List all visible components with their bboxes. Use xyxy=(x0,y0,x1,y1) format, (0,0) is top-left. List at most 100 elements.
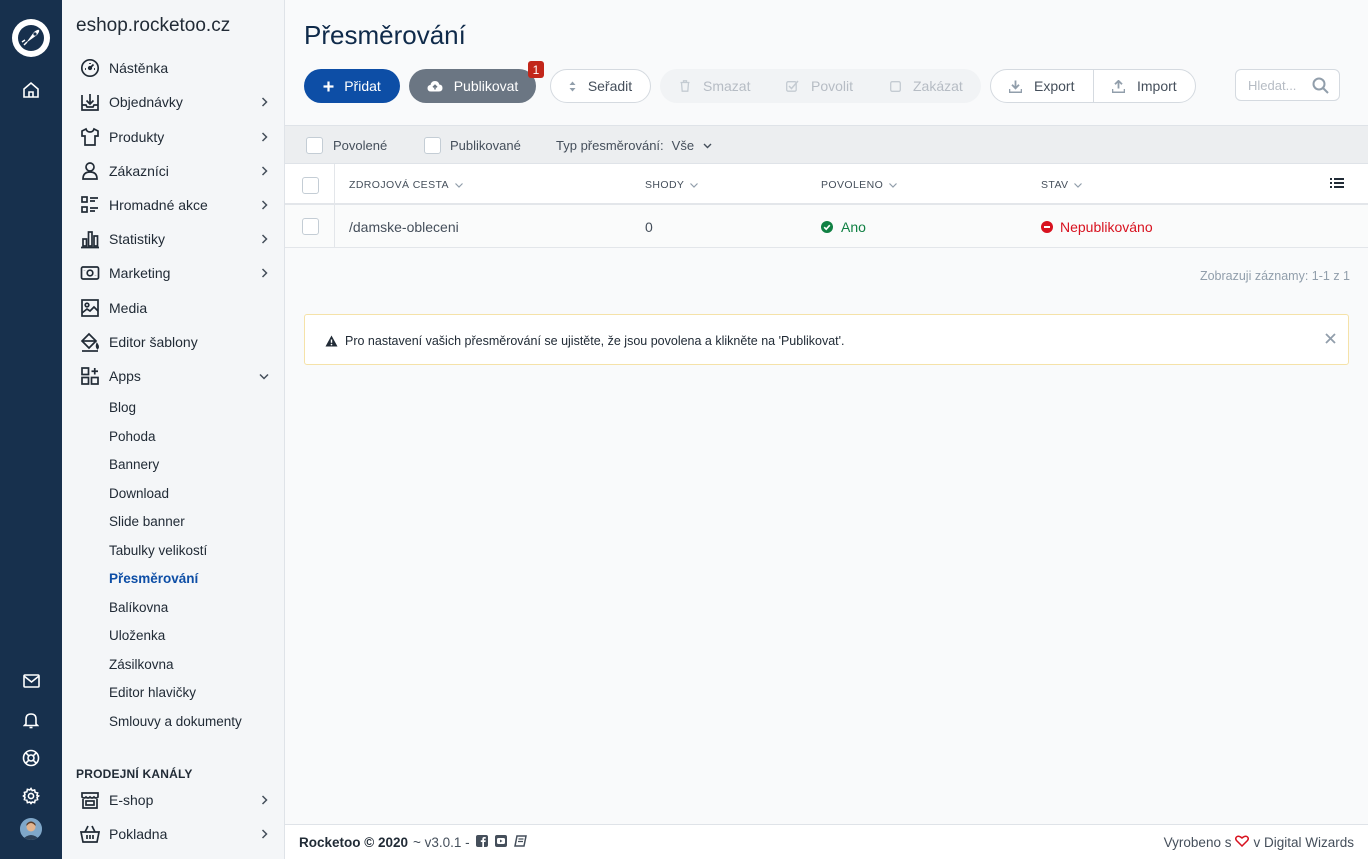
nav-item-label: E-shop xyxy=(109,792,154,808)
row-checkbox[interactable] xyxy=(302,218,319,235)
search-input[interactable] xyxy=(1236,70,1311,100)
table-row[interactable]: /damske-obleceni 0 Ano Nepublikováno xyxy=(285,205,1368,248)
page-title: Přesměrování xyxy=(304,20,466,50)
nav-item-eshop[interactable]: E-shop xyxy=(62,785,284,815)
sub-item-size-tables[interactable]: Tabulky velikostí xyxy=(109,543,207,558)
divider xyxy=(1093,70,1094,102)
chevron-right-icon xyxy=(259,829,269,839)
select-all-checkbox[interactable] xyxy=(302,177,319,194)
published-filter-label: Publikované xyxy=(450,138,521,153)
add-button[interactable]: Přidat xyxy=(304,69,400,103)
published-filter-checkbox[interactable] xyxy=(424,137,441,154)
import-button-label: Import xyxy=(1137,78,1177,94)
mail-icon[interactable] xyxy=(21,671,41,691)
export-button-label: Export xyxy=(1034,78,1075,94)
nav-item-orders[interactable]: Objednávky xyxy=(62,87,284,117)
source-path-cell[interactable]: /damske-obleceni xyxy=(349,219,459,235)
settings-gear-icon[interactable] xyxy=(21,786,41,806)
disable-button[interactable]: Zakázat xyxy=(890,69,963,103)
footer-made-with-prefix: Vyrobeno s xyxy=(1163,835,1232,850)
publish-count-badge: 1 xyxy=(528,61,544,78)
delete-button[interactable]: Smazat xyxy=(680,69,750,103)
book-icon[interactable] xyxy=(513,835,527,850)
trash-icon xyxy=(680,80,690,92)
column-header-matches[interactable]: SHODY xyxy=(645,179,699,191)
sub-item-zasilkovna[interactable]: Zásilkovna xyxy=(109,657,174,672)
nav-item-dashboard[interactable]: Nástěnka xyxy=(62,53,284,83)
enabled-filter-checkbox[interactable] xyxy=(306,137,323,154)
column-divider xyxy=(334,205,335,247)
redirect-type-label: Typ přesměrování: xyxy=(556,138,664,153)
alert-text: Pro nastavení vašich přesměrování se uji… xyxy=(345,334,845,348)
footer: Rocketoo © 2020 ~ v3.0.1 - Vyrobeno s v … xyxy=(285,824,1368,859)
sub-item-header-editor[interactable]: Editor hlavičky xyxy=(109,685,196,700)
checkbox-empty-icon xyxy=(890,80,901,92)
nav-item-label: Apps xyxy=(109,368,141,384)
add-button-label: Přidat xyxy=(344,78,381,94)
close-icon[interactable] xyxy=(1325,332,1336,347)
facebook-icon[interactable] xyxy=(475,835,488,850)
nav-item-marketing[interactable]: Marketing xyxy=(62,258,284,288)
nav-item-customers[interactable]: Zákazníci xyxy=(62,156,284,186)
table-header: ZDROJOVÁ CESTA SHODY POVOLENO STAV xyxy=(285,164,1368,205)
column-header-label: SHODY xyxy=(645,179,685,191)
help-lifebuoy-icon[interactable] xyxy=(21,748,41,768)
records-count: Zobrazuji záznamy: 1-1 z 1 xyxy=(1199,269,1350,283)
nav-item-pos[interactable]: Pokladna xyxy=(62,819,284,849)
chevron-right-icon xyxy=(259,268,269,278)
user-avatar[interactable] xyxy=(20,818,42,840)
sub-item-bannery[interactable]: Bannery xyxy=(109,457,159,472)
nav-item-bulk-actions[interactable]: Hromadné akce xyxy=(62,190,284,220)
chevron-right-icon xyxy=(259,795,269,805)
chevron-right-icon xyxy=(259,166,269,176)
sub-item-download[interactable]: Download xyxy=(109,486,169,501)
sub-item-redirects[interactable]: Přesměrování xyxy=(109,571,198,586)
enabled-filter-label: Povolené xyxy=(333,138,388,153)
status-value: Nepublikováno xyxy=(1060,219,1153,235)
rocketoo-logo-icon[interactable] xyxy=(12,19,50,57)
nav-item-apps[interactable]: Apps xyxy=(62,361,284,391)
nav-item-statistics[interactable]: Statistiky xyxy=(62,224,284,254)
download-icon xyxy=(1009,80,1022,93)
sub-item-pohoda[interactable]: Pohoda xyxy=(109,429,156,444)
home-icon[interactable] xyxy=(21,80,41,100)
sub-item-blog[interactable]: Blog xyxy=(109,400,136,415)
sub-item-slide-banner[interactable]: Slide banner xyxy=(109,514,185,529)
sub-item-contracts[interactable]: Smlouvy a dokumenty xyxy=(109,714,242,729)
sub-item-ulozenka[interactable]: Uloženka xyxy=(109,628,165,643)
delete-button-label: Smazat xyxy=(703,78,751,94)
filter-bar: Povolené Publikované Typ přesměrování: V… xyxy=(285,125,1368,164)
redirect-type-dropdown[interactable]: Typ přesměrování: Vše xyxy=(556,138,712,153)
footer-made-with-suffix: v Digital Wizards xyxy=(1253,835,1354,850)
sales-channels-title: PRODEJNÍ KANÁLY xyxy=(76,767,193,781)
export-button[interactable]: Export xyxy=(1009,70,1074,102)
column-header-source[interactable]: ZDROJOVÁ CESTA xyxy=(349,179,463,191)
publish-button-label: Publikovat xyxy=(453,78,519,94)
check-circle-icon xyxy=(821,221,833,233)
nav-item-label: Nástěnka xyxy=(109,60,169,76)
paint-bucket-icon xyxy=(79,331,101,353)
search-box xyxy=(1235,69,1340,101)
sub-item-balikovna[interactable]: Balíkovna xyxy=(109,600,168,615)
nav-item-products[interactable]: Produkty xyxy=(62,122,284,152)
nav-item-template-editor[interactable]: Editor šablony xyxy=(62,327,284,357)
nav-item-label: Pokladna xyxy=(109,826,168,842)
disable-button-label: Zakázat xyxy=(913,78,963,94)
user-icon xyxy=(79,160,101,182)
nav-item-label: Produkty xyxy=(109,129,165,145)
nav-item-media[interactable]: Media xyxy=(62,293,284,323)
sort-button[interactable]: Seřadit xyxy=(550,69,651,103)
nav-item-label: Marketing xyxy=(109,265,171,281)
publish-button[interactable]: Publikovat xyxy=(409,69,536,103)
youtube-icon[interactable] xyxy=(494,835,507,850)
column-header-status[interactable]: STAV xyxy=(1041,179,1083,191)
import-button[interactable]: Import xyxy=(1112,70,1177,102)
app-rail xyxy=(0,0,62,859)
bell-icon[interactable] xyxy=(21,710,41,730)
enable-button[interactable]: Povolit xyxy=(786,69,853,103)
column-settings-list-icon[interactable] xyxy=(1330,177,1344,192)
search-icon[interactable] xyxy=(1312,77,1329,97)
footer-right: Vyrobeno s v Digital Wizards xyxy=(1164,835,1354,850)
column-header-enabled[interactable]: POVOLENO xyxy=(821,179,898,191)
status-cell: Nepublikováno xyxy=(1041,219,1153,235)
